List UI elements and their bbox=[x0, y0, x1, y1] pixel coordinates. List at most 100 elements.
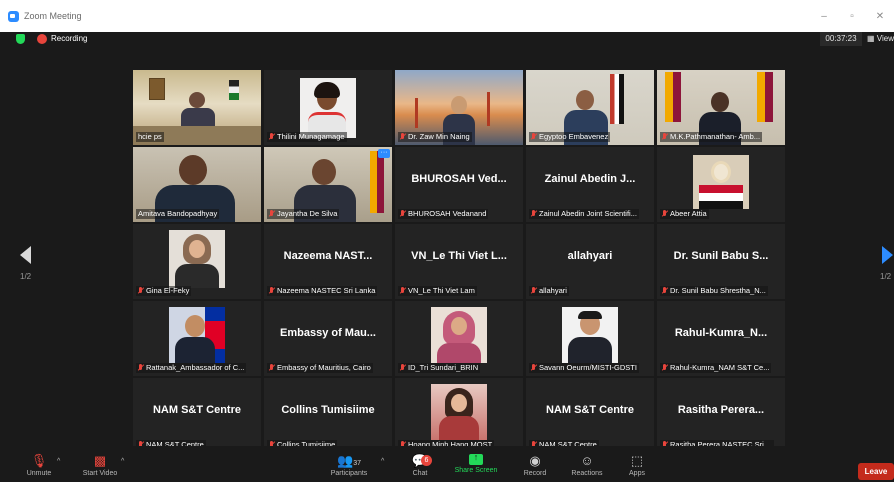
next-page-arrow-icon[interactable] bbox=[882, 246, 893, 264]
participant-display-name: BHUROSAH Ved... bbox=[411, 173, 507, 185]
flag bbox=[370, 151, 384, 213]
participant-head bbox=[451, 394, 467, 412]
more-options-icon[interactable]: ··· bbox=[378, 149, 390, 158]
participant-tile[interactable]: Egyptoo Embavenez bbox=[526, 70, 654, 145]
participant-tile[interactable]: Savann Oeurm/MISTI-GDSTI bbox=[526, 301, 654, 376]
participant-display-name: VN_Le Thi Viet L... bbox=[411, 250, 507, 262]
flag bbox=[757, 72, 773, 122]
window-controls: – ▫ ✕ bbox=[810, 0, 894, 32]
maximize-button[interactable]: ▫ bbox=[838, 11, 866, 22]
participants-chevron-icon[interactable]: ^ bbox=[381, 458, 384, 465]
recording-icon bbox=[37, 34, 47, 44]
participant-display-name: NAM S&T Centre bbox=[545, 404, 634, 416]
participant-body bbox=[439, 416, 479, 440]
participant-hair bbox=[314, 82, 340, 98]
view-label: View bbox=[876, 34, 894, 43]
participant-head bbox=[189, 92, 205, 108]
participant-tile[interactable]: VN_Le Thi Viet L... VN_Le Thi Viet Lam bbox=[395, 224, 523, 299]
participant-tile[interactable]: Rattanak_Ambassador of C... bbox=[133, 301, 261, 376]
participant-tile[interactable]: Nazeema NAST... Nazeema NASTEC Sri Lanka bbox=[264, 224, 392, 299]
participant-display-name: Dr. Sunil Babu S... bbox=[673, 250, 769, 262]
close-button[interactable]: ✕ bbox=[866, 11, 894, 22]
participant-body bbox=[568, 337, 612, 363]
participant-tile[interactable]: Gina El-Feky bbox=[133, 224, 261, 299]
muted-mic-icon bbox=[531, 287, 536, 295]
participant-tile[interactable]: Hoang Minh Hang MOST bbox=[395, 378, 523, 453]
participant-tile[interactable]: ··· Jayantha De Silva bbox=[264, 147, 392, 222]
participant-name-label: Rahul-Kumra_NAM S&T Ce... bbox=[660, 363, 772, 373]
participant-tile[interactable]: ID_Tri Sundari_BRIN bbox=[395, 301, 523, 376]
participant-display-name: NAM S&T Centre bbox=[152, 404, 241, 416]
participant-name-label: Dr. Sunil Babu Shrestha_N... bbox=[660, 286, 768, 296]
page-indicator-right: 1/2 bbox=[880, 272, 892, 281]
window-titlebar: Zoom Meeting – ▫ ✕ bbox=[0, 0, 894, 32]
flag bbox=[229, 80, 239, 100]
view-button[interactable]: ▦ View bbox=[867, 32, 894, 46]
participant-body bbox=[175, 264, 219, 288]
participant-tile[interactable]: Dr. Zaw Min Naing bbox=[395, 70, 523, 145]
start-video-button[interactable]: ▩ Start Video bbox=[78, 454, 122, 478]
record-icon: ◉ bbox=[529, 453, 541, 468]
participant-tile[interactable]: hcie ps bbox=[133, 70, 261, 145]
muted-mic-icon bbox=[531, 133, 536, 141]
unmute-button[interactable]: 🎙 Unmute bbox=[22, 454, 56, 478]
participant-name-label: Gina El-Feky bbox=[136, 286, 192, 296]
participant-head bbox=[576, 90, 594, 110]
participant-name-label: Nazeema NASTEC Sri Lanka bbox=[267, 286, 378, 296]
participant-tile[interactable]: Embassy of Mau... Embassy of Mauritius, … bbox=[264, 301, 392, 376]
apps-button[interactable]: ⬚ Apps bbox=[624, 453, 650, 478]
participant-head bbox=[451, 96, 467, 114]
participant-body bbox=[175, 337, 215, 363]
muted-mic-icon bbox=[400, 133, 405, 141]
apps-icon: ⬚ bbox=[630, 453, 644, 468]
audio-options-chevron-icon[interactable]: ^ bbox=[57, 458, 60, 465]
participant-head bbox=[711, 161, 731, 183]
record-button[interactable]: ◉ Record bbox=[520, 453, 550, 478]
participants-icon: 👥37 bbox=[337, 453, 361, 468]
participant-name-label: Savann Oeurm/MISTI-GDSTI bbox=[529, 363, 639, 373]
share-screen-icon bbox=[469, 452, 483, 465]
participant-head bbox=[179, 155, 207, 185]
muted-mic-icon bbox=[400, 210, 405, 218]
participant-tile[interactable]: Rahul-Kumra_N... Rahul-Kumra_NAM S&T Ce.… bbox=[657, 301, 785, 376]
participant-name-label: Jayantha De Silva bbox=[267, 209, 340, 219]
participant-tile[interactable]: NAM S&T Centre NAM S&T Centre bbox=[526, 378, 654, 453]
participant-tile[interactable]: NAM S&T Centre NAM S&T Centre bbox=[133, 378, 261, 453]
video-options-chevron-icon[interactable]: ^ bbox=[121, 458, 124, 465]
grid-view-icon: ▦ bbox=[867, 34, 875, 43]
recording-label[interactable]: Recording bbox=[51, 33, 87, 45]
participant-name-label: Rattanak_Ambassador of C... bbox=[136, 363, 247, 373]
participant-display-name: Zainul Abedin J... bbox=[544, 173, 636, 185]
participant-tile[interactable]: Abeer Attia bbox=[657, 147, 785, 222]
participant-head bbox=[451, 317, 467, 335]
participant-tile[interactable]: Rasitha Perera... Rasitha Perera NASTEC … bbox=[657, 378, 785, 453]
participant-tile[interactable]: Amitava Bandopadhyay bbox=[133, 147, 261, 222]
muted-mic-icon bbox=[531, 210, 536, 218]
participants-button[interactable]: 👥37 Participants bbox=[326, 453, 372, 478]
participant-tile[interactable]: Thilini Munagamage bbox=[264, 70, 392, 145]
participant-tile[interactable]: M.K.Pathmanathan- Amb... bbox=[657, 70, 785, 145]
share-screen-button[interactable]: Share Screen bbox=[452, 452, 500, 474]
meeting-topbar bbox=[0, 32, 894, 47]
meeting-timer: 00:37:23 bbox=[820, 32, 862, 46]
zoom-logo-icon bbox=[8, 10, 19, 22]
participant-name-label: Zainul Abedin Joint Scientifi... bbox=[529, 209, 639, 219]
encryption-shield-icon[interactable] bbox=[16, 34, 25, 44]
participant-tile[interactable]: Zainul Abedin J... Zainul Abedin Joint S… bbox=[526, 147, 654, 222]
leave-button[interactable]: Leave bbox=[858, 463, 894, 480]
participant-display-name: Rasitha Perera... bbox=[677, 404, 765, 416]
participant-tile[interactable]: BHUROSAH Ved... BHUROSAH Vedanand bbox=[395, 147, 523, 222]
participant-name-label: M.K.Pathmanathan- Amb... bbox=[660, 132, 763, 142]
muted-mic-icon bbox=[662, 133, 667, 141]
previous-page-arrow-icon[interactable] bbox=[20, 246, 31, 264]
muted-mic-icon bbox=[269, 210, 274, 218]
minimize-button[interactable]: – bbox=[810, 11, 838, 22]
muted-mic-icon bbox=[138, 287, 143, 295]
participant-tile[interactable]: allahyari allahyari bbox=[526, 224, 654, 299]
reactions-button[interactable]: ☺ Reactions bbox=[568, 454, 606, 478]
participant-tile[interactable]: Collins Tumisiime Collins Tumisiime bbox=[264, 378, 392, 453]
participant-display-name: Rahul-Kumra_N... bbox=[674, 327, 768, 339]
participant-tile[interactable]: Dr. Sunil Babu S... Dr. Sunil Babu Shres… bbox=[657, 224, 785, 299]
participant-hair bbox=[578, 311, 602, 319]
chat-unread-badge: 6 bbox=[421, 455, 432, 466]
